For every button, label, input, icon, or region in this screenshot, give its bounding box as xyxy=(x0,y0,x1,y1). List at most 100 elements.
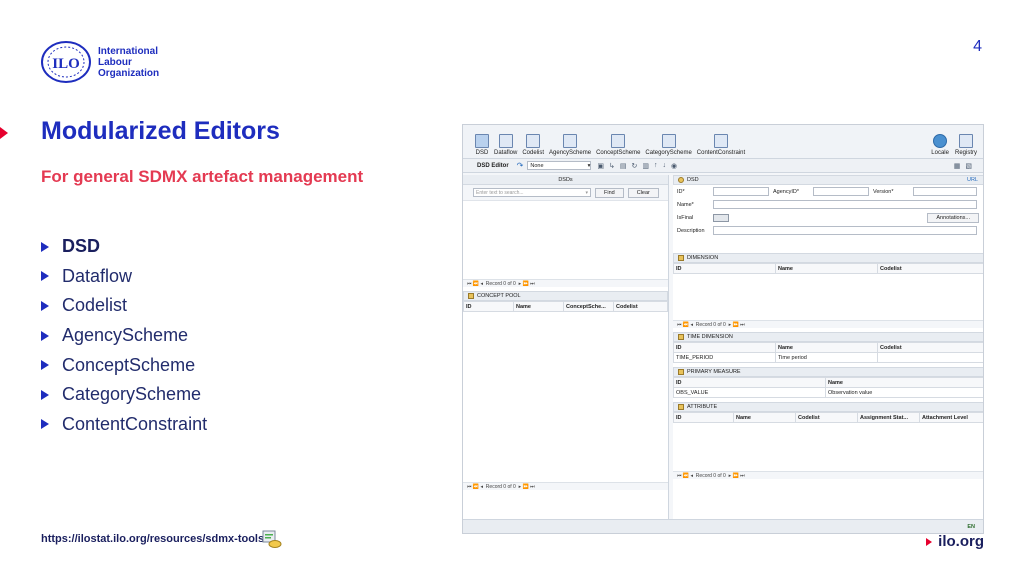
refresh-icon[interactable]: ↻ xyxy=(632,162,638,170)
description-field[interactable] xyxy=(713,226,977,235)
column-header[interactable]: Name xyxy=(775,263,878,274)
column-header[interactable]: Codelist xyxy=(877,263,983,274)
column-header[interactable]: ID xyxy=(673,377,826,388)
slide-subtitle: For general SDMX artefact management xyxy=(41,167,364,186)
dsds-pager[interactable]: ⏮ ⏪ ◂ Record 0 of 0 ▸ ⏩ ⏭ xyxy=(463,279,668,287)
artefact-select[interactable]: None ▾ xyxy=(527,161,592,170)
language-indicator[interactable]: EN xyxy=(967,524,975,530)
registry-icon xyxy=(958,134,973,148)
redo-icon[interactable]: ↷ xyxy=(517,161,524,170)
ribbon-label: CategoryScheme xyxy=(645,150,692,156)
find-button[interactable]: Find xyxy=(595,187,624,198)
ribbon-agencyscheme-button[interactable]: AgencyScheme xyxy=(549,134,591,156)
dimension-list[interactable] xyxy=(673,274,983,320)
clear-button[interactable]: Clear xyxy=(627,187,659,198)
isfinal-toggle[interactable] xyxy=(713,213,729,222)
footer-link[interactable]: https://ilostat.ilo.org/resources/sdmx-t… xyxy=(41,533,264,545)
logo-line-3: Organization xyxy=(98,67,160,79)
ribbon-label: Codelist xyxy=(522,150,545,156)
table-header-row: ID Name xyxy=(673,377,983,388)
ribbon-categoryscheme-button[interactable]: CategoryScheme xyxy=(645,134,692,156)
toolbar-right: ▦ ▧ xyxy=(954,162,977,170)
ribbon-codelist-button[interactable]: Codelist xyxy=(522,134,544,156)
url-link[interactable]: URL xyxy=(967,177,978,183)
save-icon[interactable]: ▣ xyxy=(597,162,604,170)
column-header[interactable]: Name xyxy=(733,412,796,423)
table-row[interactable]: OBS_VALUE Observation value xyxy=(673,387,983,398)
id-label: ID* xyxy=(677,188,685,195)
primary-measure-header: PRIMARY MEASURE xyxy=(673,367,983,377)
column-header[interactable]: Codelist xyxy=(613,301,668,312)
time-dimension-header: TIME DIMENSION xyxy=(673,332,983,342)
ribbon-locale-button[interactable]: Locale xyxy=(931,134,949,156)
footer-site[interactable]: ilo.org xyxy=(926,533,984,550)
ribbon-conceptscheme-button[interactable]: ConceptScheme xyxy=(596,134,640,156)
bullet-arrow-icon xyxy=(41,300,49,311)
left-pane: DSDs Enter text to search... ▾ Find Clear… xyxy=(463,175,669,521)
section-title: ATTRIBUTE xyxy=(687,404,718,410)
splitter[interactable] xyxy=(673,237,983,253)
sdmx-editor-window: DSD Dataflow Codelist AgencyScheme Conce… xyxy=(462,124,984,534)
column-header[interactable]: ID xyxy=(673,263,776,274)
concept-pool-list[interactable] xyxy=(463,312,668,482)
arrow-up-icon[interactable]: ↑ xyxy=(654,162,658,169)
name-field[interactable] xyxy=(713,200,977,209)
dsd-gear-icon xyxy=(678,177,684,183)
pager-text: Record 0 of 0 xyxy=(485,280,516,287)
export-icon[interactable]: ↳ xyxy=(609,162,615,170)
id-field[interactable] xyxy=(713,187,769,196)
pane-view-icon[interactable]: ▧ xyxy=(965,162,972,170)
bullet-label: CategoryScheme xyxy=(62,384,202,405)
column-header[interactable]: Name xyxy=(775,342,878,353)
dsd-header: DSD URL xyxy=(673,175,983,185)
editor-list: DSD Dataflow Codelist AgencyScheme Conce… xyxy=(41,232,207,439)
bullet-label: Dataflow xyxy=(62,265,133,286)
search-input[interactable]: Enter text to search... ▾ xyxy=(473,188,591,197)
dsds-list[interactable] xyxy=(463,201,668,279)
concept-pool-icon xyxy=(468,293,474,299)
copy-icon[interactable]: ▤ xyxy=(620,162,627,170)
bullet-item-codelist: Codelist xyxy=(41,291,207,321)
attribute-pager[interactable]: ⏮ ⏪ ◂ Record 0 of 0 ▸ ⏩ ⏭ xyxy=(673,471,983,479)
bullet-arrow-icon xyxy=(41,330,49,341)
globe-icon xyxy=(933,134,948,148)
arrow-down-icon[interactable]: ↓ xyxy=(663,162,667,169)
ilo-logo[interactable]: ILO International Labour Organization xyxy=(40,40,159,84)
column-header[interactable]: ID xyxy=(673,412,734,423)
column-header[interactable]: Codelist xyxy=(877,342,983,353)
table-cell: Time period xyxy=(775,352,878,363)
column-header[interactable]: Attachment Level xyxy=(919,412,983,423)
document-icon[interactable]: ▥ xyxy=(642,162,649,170)
attribute-list[interactable] xyxy=(673,423,983,471)
ribbon-dataflow-button[interactable]: Dataflow xyxy=(494,134,517,156)
column-header[interactable]: ID xyxy=(463,301,514,312)
ribbon-registry-button[interactable]: Registry xyxy=(955,134,977,156)
ribbon-dsd-button[interactable]: DSD xyxy=(475,134,489,156)
isfinal-label: IsFinal xyxy=(677,214,694,221)
ribbon-right-group: Locale Registry xyxy=(925,134,977,156)
version-field[interactable] xyxy=(913,187,977,196)
slide-title: Modularized Editors xyxy=(41,117,280,145)
column-header[interactable]: ConceptSche... xyxy=(563,301,614,312)
description-row: Description xyxy=(673,224,983,237)
name-label: Name* xyxy=(677,201,694,208)
column-header[interactable]: Name xyxy=(825,377,983,388)
annotations-button[interactable]: Annotations... xyxy=(927,212,979,223)
column-header[interactable]: Codelist xyxy=(795,412,858,423)
ribbon-contentconstraint-button[interactable]: ContentConstraint xyxy=(697,134,745,156)
concept-pool-pager[interactable]: ⏮ ⏪ ◂ Record 0 of 0 ▸ ⏩ ⏭ xyxy=(463,482,668,490)
column-header[interactable]: ID xyxy=(673,342,776,353)
chevron-down-icon: ▾ xyxy=(585,190,588,196)
column-header[interactable]: Name xyxy=(513,301,564,312)
table-row[interactable]: TIME_PERIOD Time period xyxy=(673,352,983,363)
dsd-icon xyxy=(475,134,489,148)
svg-text:ILO: ILO xyxy=(52,56,80,72)
dimension-pager[interactable]: ⏮ ⏪ ◂ Record 0 of 0 ▸ ⏩ ⏭ xyxy=(673,320,983,328)
bullet-arrow-icon xyxy=(41,389,49,400)
concept-pool-header: CONCEPT POOL xyxy=(463,291,668,301)
grid-view-icon[interactable]: ▦ xyxy=(954,162,961,170)
agency-field[interactable] xyxy=(813,187,869,196)
column-header[interactable]: Assignment Stat... xyxy=(857,412,920,423)
search-row: Enter text to search... ▾ Find Clear xyxy=(463,185,668,201)
database-icon[interactable]: ◉ xyxy=(671,162,677,170)
